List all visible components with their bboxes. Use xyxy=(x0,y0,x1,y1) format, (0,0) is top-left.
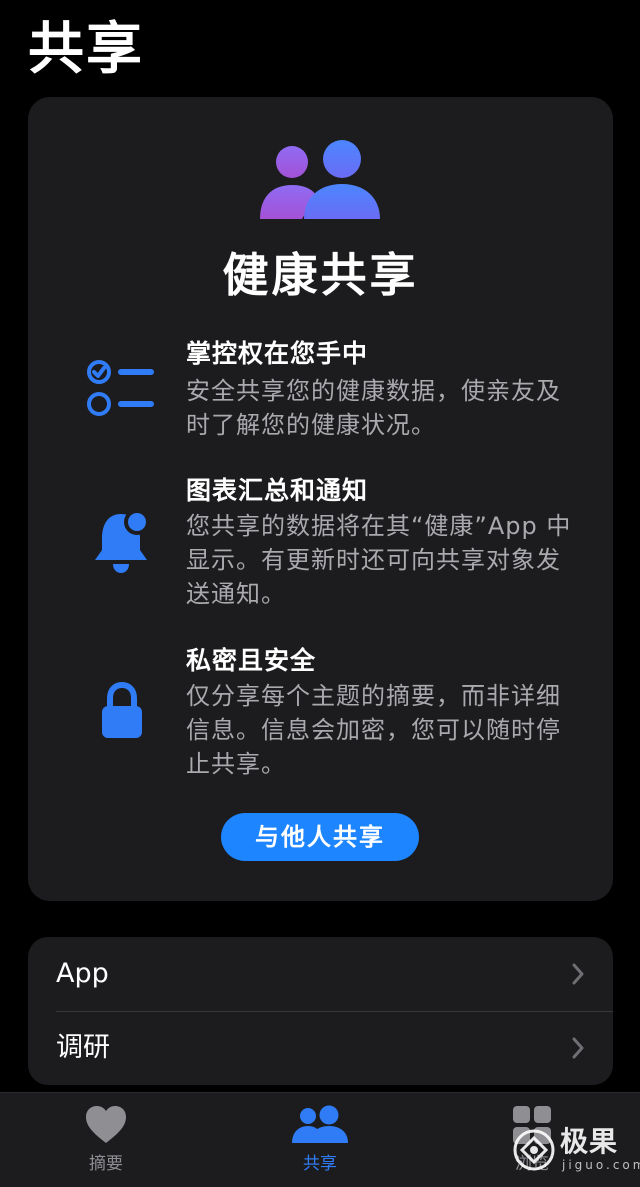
feature-description-line: 送通知。 xyxy=(186,580,286,608)
settings-list: App 调研 xyxy=(28,937,613,1085)
heart-icon xyxy=(86,1106,126,1143)
health-sharing-card: 健康共享 掌控权在您手中 安全共享您的健康数据，使亲友及 时了解您的健康状况。 xyxy=(28,97,613,901)
feature-title: 图表汇总和通知 xyxy=(186,476,369,505)
list-item-app[interactable]: App xyxy=(28,937,613,1012)
watermark: 极果 jiguo.com xyxy=(510,1124,640,1176)
feature-privacy: 私密且安全 仅分享每个主题的摘要，而非详细 信息。信息会加密，您可以随时停 止共… xyxy=(28,644,613,784)
list-item-label: 调研 xyxy=(56,1032,110,1063)
feature-description-line: 信息。信息会加密，您可以随时停 xyxy=(186,716,561,744)
feature-description-line: 止共享。 xyxy=(186,750,286,778)
feature-title: 掌控权在您手中 xyxy=(186,339,369,368)
feature-control: 掌控权在您手中 安全共享您的健康数据，使亲友及 时了解您的健康状况。 xyxy=(28,337,613,447)
card-title: 健康共享 xyxy=(222,248,419,302)
notification-bell-icon xyxy=(95,509,150,573)
share-with-others-button[interactable]: 与他人共享 xyxy=(221,813,419,861)
page-title: 共享 xyxy=(28,17,144,82)
tab-sharing[interactable]: 共享 xyxy=(260,1093,380,1187)
list-item-label: App xyxy=(56,958,109,989)
feature-description-line: 仅分享每个主题的摘要，而非详细 xyxy=(186,682,561,710)
tab-summary[interactable]: 摘要 xyxy=(46,1093,166,1187)
watermark-domain: jiguo.com xyxy=(562,1158,640,1172)
checklist-icon xyxy=(87,360,154,416)
tab-label: 共享 xyxy=(303,1154,337,1174)
list-item-surveys[interactable]: 调研 xyxy=(28,1011,613,1085)
people-icon xyxy=(292,1105,348,1143)
brand-logo-icon xyxy=(513,1129,555,1171)
feature-description: 您共享的数据将在其“健康”App 中 显示。有更新时还可向共享对象发 送通知。 xyxy=(186,509,586,611)
feature-description: 安全共享您的健康数据，使亲友及 时了解您的健康状况。 xyxy=(186,374,586,442)
feature-summaries: 图表汇总和通知 您共享的数据将在其“健康”App 中 显示。有更新时还可向共享对… xyxy=(28,474,613,614)
watermark-brand: 极果 xyxy=(560,1125,619,1158)
feature-description-line: 安全共享您的健康数据，使亲友及 xyxy=(186,377,561,405)
two-people-icon xyxy=(260,140,380,219)
feature-title: 私密且安全 xyxy=(186,646,317,675)
chevron-right-icon xyxy=(572,963,584,985)
feature-description-line: 您共享的数据将在其“健康”App 中 xyxy=(186,512,572,540)
feature-description-line: 显示。有更新时还可向共享对象发 xyxy=(186,546,561,574)
tab-label: 摘要 xyxy=(89,1154,123,1174)
feature-description-line: 时了解您的健康状况。 xyxy=(186,411,436,439)
lock-icon xyxy=(102,682,142,738)
sharing-screen: 共享 健康共享 掌控权在您手中 安全共享您的健康数据，使亲友及 时了解您的健康状… xyxy=(0,0,640,1187)
chevron-right-icon xyxy=(572,1037,584,1059)
feature-description: 仅分享每个主题的摘要，而非详细 信息。信息会加密，您可以随时停 止共享。 xyxy=(186,679,586,781)
